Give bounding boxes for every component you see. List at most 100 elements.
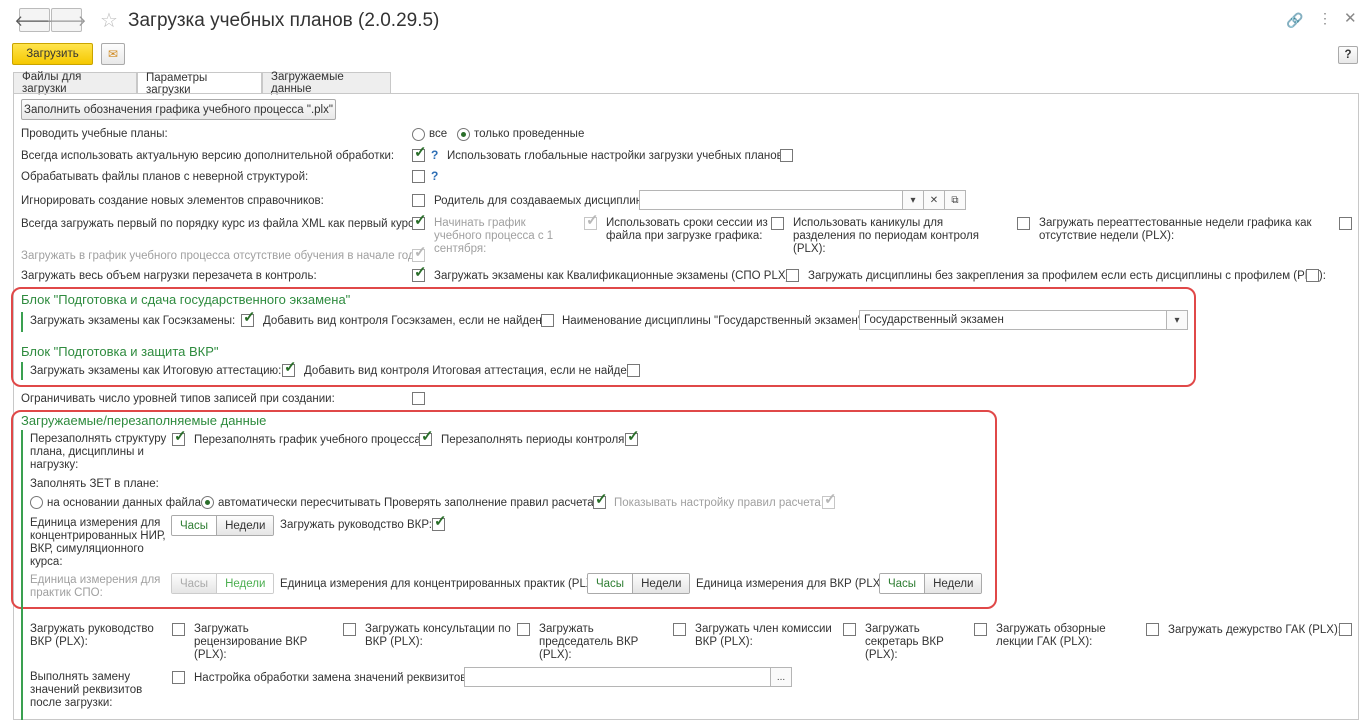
zet-file-label: на основании данных файла	[47, 497, 202, 509]
ignore-new-label: Игнорировать создание новых элементов сп…	[21, 195, 324, 207]
first-course-checkbox[interactable]: ✓	[412, 213, 427, 230]
parent-input[interactable]	[639, 190, 903, 210]
unit-nir-weeks[interactable]: Недели	[217, 516, 274, 535]
section-bar	[21, 312, 23, 332]
use-global-checkbox[interactable]	[780, 149, 793, 162]
unit-nir-hours[interactable]: Часы	[172, 516, 218, 535]
holidays-label: Использовать каникулы для разделения по …	[793, 217, 979, 255]
replace-setup-select-button[interactable]: ...	[770, 667, 792, 687]
refill-periods-label: Перезаполнять периоды контроля:	[441, 434, 628, 446]
window-title: Загрузка учебных планов (2.0.29.5)	[128, 10, 440, 31]
vkr-add-kind-checkbox[interactable]	[627, 364, 640, 377]
replace-setup-label: Настройка обработки замена значений рекв…	[194, 672, 470, 684]
unit-spo-hours: Часы	[172, 574, 218, 593]
vkr-load-label: Загружать экзамены как Итоговую аттестац…	[30, 365, 282, 377]
help-question-icon[interactable]: ?	[431, 169, 438, 183]
back-button[interactable]: 🡐	[14, 8, 55, 32]
replace-checkbox[interactable]	[172, 671, 185, 684]
parent-clear-button[interactable]: ✕	[923, 190, 945, 210]
gos-disc-dropdown-button[interactable]: ▾	[1166, 310, 1188, 330]
consult-checkbox[interactable]	[517, 623, 530, 636]
unit-conc-switch[interactable]: Часы Недели	[587, 573, 691, 594]
limit-levels-label: Ограничивать число уровней типов записей…	[21, 393, 335, 405]
refill-periods-checkbox[interactable]: ✓	[625, 429, 640, 446]
clear-icon: ✕	[929, 194, 939, 206]
duty-checkbox[interactable]	[1339, 623, 1352, 636]
post-all-radio[interactable]	[412, 128, 425, 141]
absence-checkbox: ✓	[412, 244, 427, 262]
chair-checkbox[interactable]	[673, 623, 686, 636]
gos-add-kind-checkbox[interactable]	[541, 314, 554, 327]
reload-section-title: Загружаемые/перезаполняемые данные	[21, 413, 267, 428]
unit-vkr-switch[interactable]: Часы Недели	[879, 573, 983, 594]
gos-section-title: Блок "Подготовка и сдача государственног…	[21, 292, 351, 307]
mail-button[interactable]: ✉	[101, 43, 125, 65]
chevron-down-icon: ▾	[1174, 314, 1180, 326]
vkr-section-title: Блок "Подготовка и защита ВКР"	[21, 344, 219, 359]
unit-nir-switch[interactable]: Часы Недели	[171, 515, 275, 536]
link-icon[interactable]: 🔗	[1286, 12, 1303, 29]
open-icon: ⧉	[951, 194, 959, 206]
load-vkr-lead-checkbox[interactable]: ✓	[432, 514, 447, 531]
fill-schedule-button[interactable]: Заполнить обозначения графика учебного п…	[21, 99, 336, 120]
gos-load-checkbox[interactable]: ✓	[241, 310, 256, 327]
gos-disc-name-input[interactable]: Государственный экзамен	[859, 310, 1167, 330]
section-bar	[21, 362, 23, 380]
refill-schedule-checkbox[interactable]: ✓	[419, 429, 434, 446]
lead-checkbox[interactable]	[172, 623, 185, 636]
unit-conc-label: Единица измерения для концентрированных …	[280, 578, 601, 590]
ignore-new-checkbox[interactable]	[412, 194, 425, 207]
favorite-star-icon[interactable]: ☆	[100, 8, 118, 33]
review-checkbox[interactable]	[343, 623, 356, 636]
help-button[interactable]: ?	[1338, 46, 1358, 64]
replace-setup-input[interactable]	[464, 667, 771, 687]
member-checkbox[interactable]	[843, 623, 856, 636]
close-icon[interactable]: ✕	[1344, 9, 1357, 27]
first-course-label: Всегда загружать первый по порядку курс …	[21, 218, 417, 230]
lead-label: Загружать руководство ВКР (PLX):	[30, 623, 154, 648]
tab-files[interactable]: Файлы для загрузки	[13, 71, 137, 95]
parent-open-button[interactable]: ⧉	[944, 190, 966, 210]
lectures-label: Загружать обзорные лекции ГАК (PLX):	[996, 623, 1106, 648]
unit-conc-hours[interactable]: Часы	[588, 574, 634, 593]
secretary-checkbox[interactable]	[974, 623, 987, 636]
tab-data[interactable]: Загружаемые данные	[262, 71, 391, 95]
gos-load-label: Загружать экзамены как Госэкзамены:	[30, 315, 236, 327]
refill-struct-checkbox[interactable]: ✓	[172, 429, 187, 446]
lectures-checkbox[interactable]	[1146, 623, 1159, 636]
session-terms-checkbox[interactable]	[771, 217, 784, 230]
qual-exams-checkbox[interactable]	[786, 269, 799, 282]
envelope-icon: ✉	[107, 47, 119, 61]
tab-params[interactable]: Параметры загрузки	[137, 72, 262, 96]
use-actual-checkbox[interactable]: ✓	[412, 145, 427, 162]
load-vkr-lead-label: Загружать руководство ВКР:	[280, 519, 432, 531]
post-only-radio[interactable]	[457, 128, 470, 141]
more-icon[interactable]: ⋮	[1318, 10, 1332, 27]
reattested-checkbox[interactable]	[1339, 217, 1352, 230]
show-rules-checkbox: ✓	[822, 491, 837, 509]
limit-levels-checkbox[interactable]	[412, 392, 425, 405]
all-load-label: Загружать весь объем нагрузки перезачета…	[21, 270, 317, 282]
holidays-checkbox[interactable]	[1017, 217, 1030, 230]
zet-file-radio[interactable]	[30, 496, 43, 509]
disc-no-profile-label: Загружать дисциплины без закрепления за …	[808, 270, 1326, 282]
zet-auto-radio[interactable]	[201, 496, 214, 509]
unit-conc-weeks[interactable]: Недели	[633, 574, 690, 593]
wrong-struct-checkbox[interactable]	[412, 170, 425, 183]
unit-vkr-hours[interactable]: Часы	[880, 574, 926, 593]
all-load-checkbox[interactable]: ✓	[412, 265, 427, 282]
parent-dropdown-button[interactable]: ▾	[902, 190, 924, 210]
load-button[interactable]: Загрузить	[12, 43, 93, 65]
unit-vkr-weeks[interactable]: Недели	[925, 574, 982, 593]
start-sept-checkbox: ✓	[584, 212, 599, 230]
vkr-load-checkbox[interactable]: ✓	[282, 360, 297, 377]
forward-button[interactable]: 🡒	[46, 8, 87, 32]
help-question-icon[interactable]: ?	[431, 148, 438, 162]
show-rules-label: Показывать настройку правил расчета:	[614, 497, 825, 509]
check-rules-checkbox[interactable]: ✓	[593, 492, 608, 509]
post-label: Проводить учебные планы:	[21, 128, 168, 140]
post-only-label: только проведенные	[474, 128, 585, 140]
parent-label: Родитель для создаваемых дисциплин:	[434, 195, 646, 207]
disc-no-profile-checkbox[interactable]	[1306, 269, 1319, 282]
unit-vkr-label: Единица измерения для ВКР (PLX):	[696, 578, 888, 590]
